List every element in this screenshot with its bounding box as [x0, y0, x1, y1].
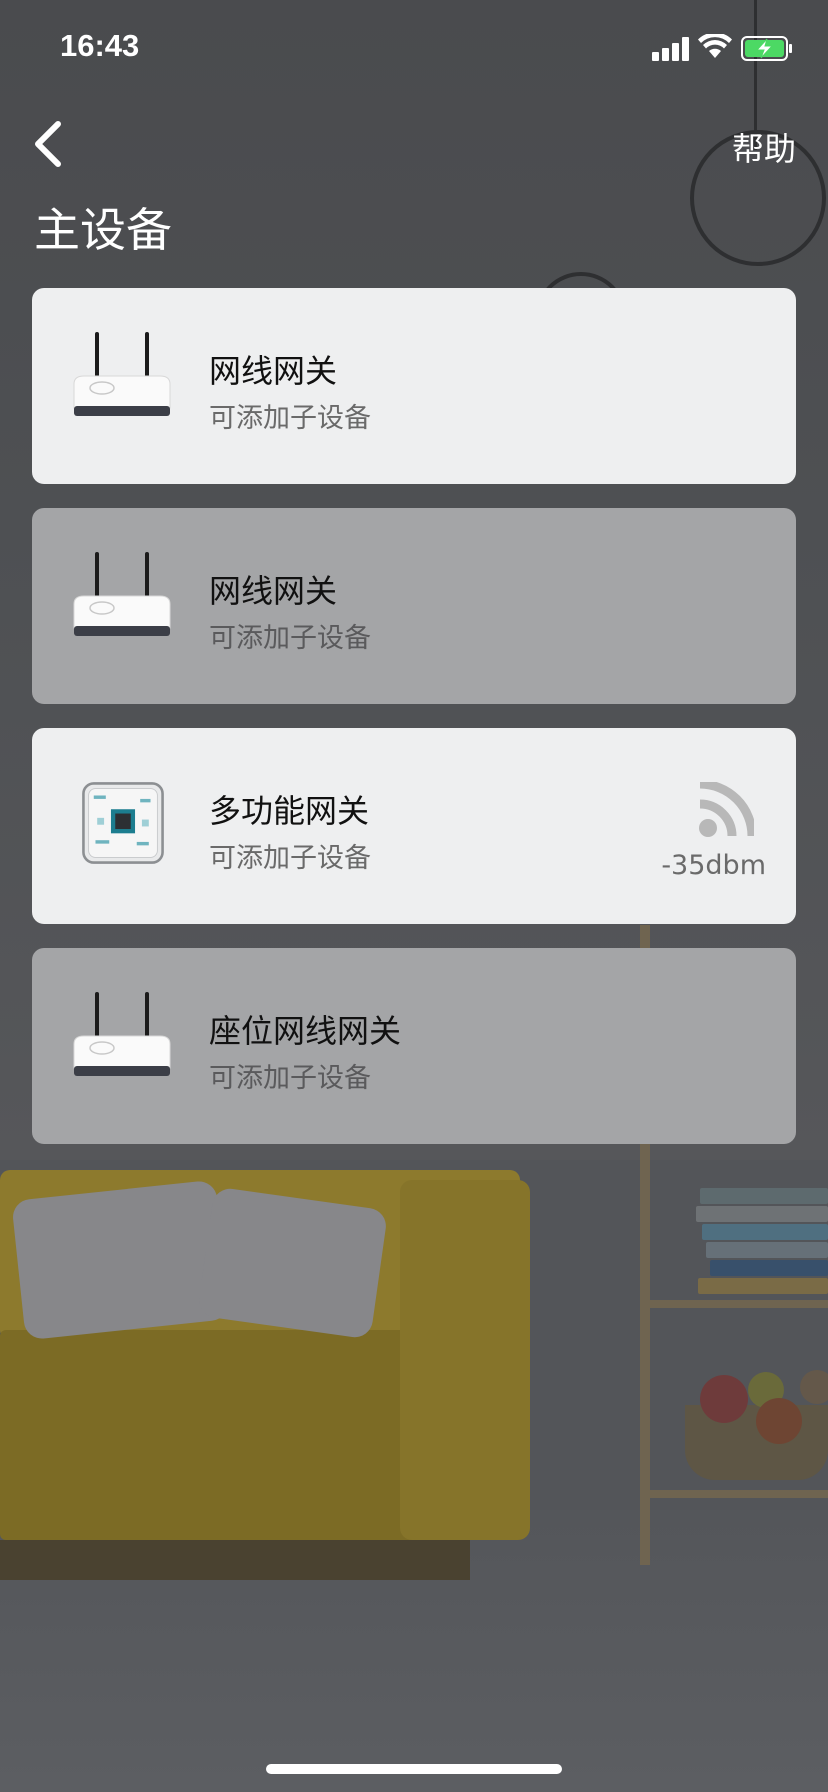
book	[696, 1206, 828, 1222]
back-button[interactable]	[28, 118, 68, 170]
fruit	[800, 1370, 828, 1404]
book	[700, 1188, 828, 1204]
router-icon	[73, 992, 171, 1076]
fruit	[700, 1375, 748, 1423]
sofa-arm	[400, 1180, 530, 1540]
device-subtitle: 可添加子设备	[209, 623, 371, 654]
device-card-seat-gateway[interactable]: 座位网线网关 可添加子设备	[32, 948, 796, 1144]
pillow-left	[11, 1179, 230, 1341]
device-name: 多功能网关	[209, 792, 370, 830]
shelf-board	[645, 1300, 828, 1308]
device-name: 网线网关	[209, 352, 338, 390]
device-subtitle: 可添加子设备	[209, 1063, 371, 1094]
cellular-signal-icon	[652, 37, 690, 61]
page-title: 主设备	[34, 203, 172, 257]
device-subtitle: 可添加子设备	[209, 403, 371, 434]
status-time: 16:43	[60, 28, 140, 63]
battery-charging-icon	[741, 36, 792, 61]
device-name: 座位网线网关	[209, 1012, 402, 1050]
signal-strength-icon	[699, 782, 754, 837]
home-indicator[interactable]	[266, 1764, 562, 1774]
router-icon	[73, 552, 171, 636]
shelf-board-lower	[645, 1490, 828, 1498]
fruit	[756, 1398, 802, 1444]
wifi-icon	[698, 34, 732, 58]
hub-icon	[82, 782, 164, 864]
book	[706, 1242, 828, 1258]
signal-strength-value: -35dbm	[661, 850, 766, 881]
sofa-base	[0, 1540, 470, 1580]
device-card-multifunction-gateway[interactable]: 多功能网关 可添加子设备 -35dbm	[32, 728, 796, 924]
device-name: 网线网关	[209, 572, 338, 610]
device-card-gateway-2[interactable]: 网线网关 可添加子设备	[32, 508, 796, 704]
device-card-gateway-1[interactable]: 网线网关 可添加子设备	[32, 288, 796, 484]
device-subtitle: 可添加子设备	[209, 843, 371, 874]
router-icon	[73, 332, 171, 416]
book	[702, 1224, 828, 1240]
help-button[interactable]: 帮助	[732, 124, 796, 170]
pillow-right	[196, 1186, 389, 1340]
book	[698, 1278, 828, 1294]
book	[710, 1260, 828, 1276]
